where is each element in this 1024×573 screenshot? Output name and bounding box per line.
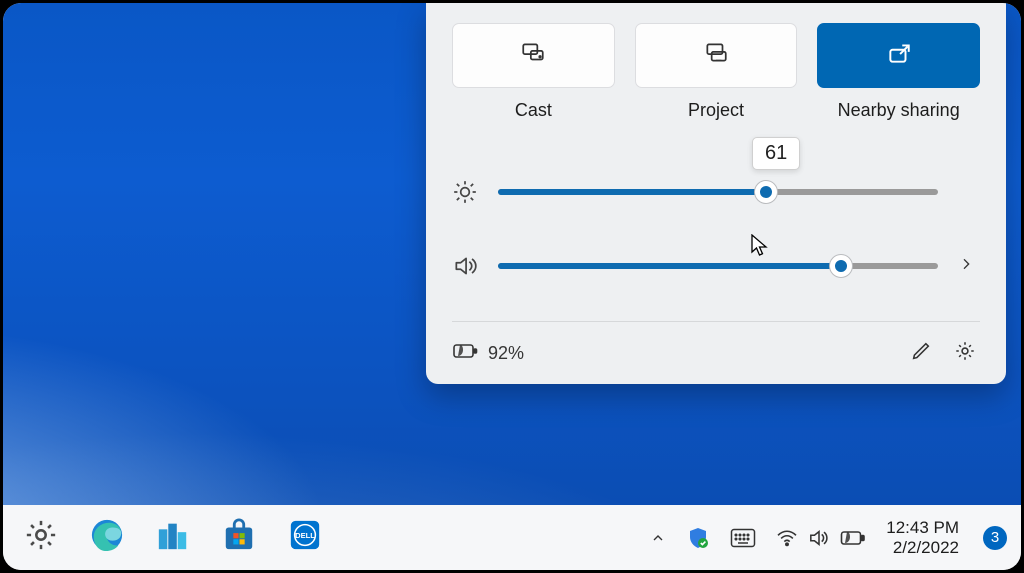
taskbar-settings-button[interactable] [21, 518, 61, 558]
brightness-icon [452, 179, 478, 205]
volume-row [452, 253, 980, 279]
panel-footer: 92% [452, 321, 980, 384]
touch-keyboard-button[interactable] [730, 528, 756, 548]
tile-nearby-sharing: Nearby sharing [817, 23, 980, 121]
edge-icon [90, 518, 124, 557]
quick-settings-panel: Cast Project [426, 3, 1006, 384]
volume-expand-button[interactable] [958, 256, 980, 277]
project-label: Project [688, 100, 744, 121]
cast-label: Cast [515, 100, 552, 121]
brightness-row [452, 179, 980, 205]
svg-text:DELL: DELL [295, 531, 315, 540]
gear-icon [24, 518, 58, 557]
speaker-icon [808, 528, 830, 548]
brightness-thumb[interactable] [755, 181, 777, 203]
volume-slider[interactable] [498, 263, 938, 269]
cast-button[interactable] [452, 23, 615, 88]
brightness-slider[interactable] [498, 189, 938, 195]
taskbar: DELL [3, 505, 1021, 570]
cast-icon [520, 40, 546, 71]
battery-saver-icon [452, 341, 478, 366]
tile-cast: Cast [452, 23, 615, 121]
project-button[interactable] [635, 23, 798, 88]
network-volume-battery-button[interactable] [776, 528, 866, 548]
battery-percent: 92% [488, 343, 524, 364]
edit-quick-settings-button[interactable] [906, 338, 936, 368]
store-icon [222, 518, 256, 557]
taskbar-edge-button[interactable] [87, 518, 127, 558]
taskbar-apps: DELL [3, 518, 325, 558]
brightness-tooltip: 61 [752, 137, 800, 170]
project-icon [703, 40, 729, 71]
nearby-sharing-button[interactable] [817, 23, 980, 88]
battery-icon [840, 529, 866, 547]
quick-tiles-row: Cast Project [452, 23, 980, 121]
volume-thumb[interactable] [830, 255, 852, 277]
taskbar-dell-button[interactable]: DELL [285, 518, 325, 558]
system-tray: 12:43 PM 2/2/2022 3 [650, 518, 1021, 557]
wifi-icon [776, 529, 798, 547]
clock-date: 2/2/2022 [893, 538, 959, 558]
clock-time: 12:43 PM [886, 518, 959, 538]
all-settings-button[interactable] [950, 338, 980, 368]
battery-status[interactable]: 92% [452, 341, 524, 366]
volume-icon [452, 253, 478, 279]
notification-badge[interactable]: 3 [983, 526, 1007, 550]
taskbar-store-button[interactable] [219, 518, 259, 558]
windows-security-icon[interactable] [686, 526, 710, 550]
gear-icon [954, 340, 976, 367]
taskbar-app-button[interactable] [153, 518, 193, 558]
taskbar-clock[interactable]: 12:43 PM 2/2/2022 [886, 518, 959, 557]
dell-icon: DELL [288, 518, 322, 557]
buildings-icon [156, 518, 190, 557]
pencil-icon [910, 340, 932, 367]
tile-project: Project [635, 23, 798, 121]
nearby-sharing-label: Nearby sharing [838, 100, 960, 121]
share-icon [886, 40, 912, 71]
tray-overflow-button[interactable] [650, 530, 666, 546]
